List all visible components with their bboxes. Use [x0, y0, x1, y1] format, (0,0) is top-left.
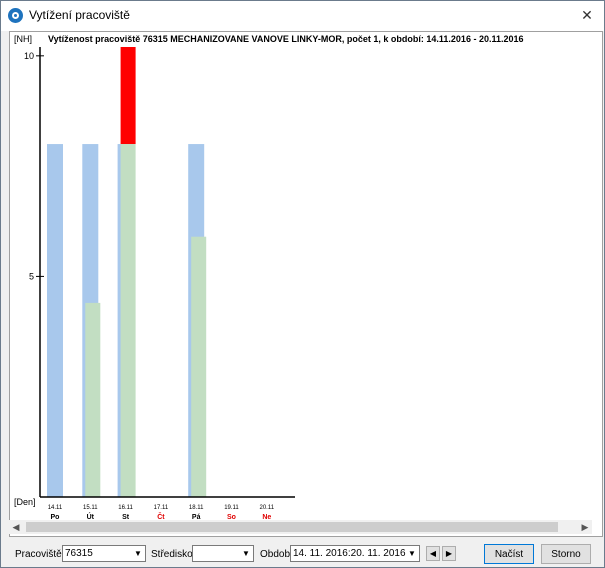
x-tick-label-date: 14.11 — [48, 505, 63, 511]
x-tick-label-date: 17.11 — [154, 505, 169, 511]
x-tick-label-date: 18.11 — [189, 505, 204, 511]
cancel-button[interactable]: Storno — [541, 544, 591, 564]
pracoviste-label: Pracoviště: — [15, 549, 65, 560]
bar-chart: 51014.11Po15.11Út16.11St17.11Čt18.11Pá19… — [24, 47, 295, 521]
bar-planned[interactable] — [47, 144, 63, 497]
obdobi-value: 14. 11. 2016:20. 11. 2016 — [293, 548, 406, 559]
window-title: Vytížení pracoviště — [29, 8, 130, 22]
scroll-left-icon[interactable]: ◀ — [9, 520, 23, 534]
x-tick-label-date: 19.11 — [224, 505, 239, 511]
scroll-thumb[interactable] — [26, 522, 558, 532]
dialog-window: Vytížení pracoviště ✕ [NH] Vytíženost pr… — [0, 0, 605, 568]
x-tick-label-date: 15.11 — [83, 505, 98, 511]
caret-left-icon: ◀ — [429, 549, 437, 558]
chevron-down-icon[interactable]: ▼ — [131, 546, 145, 561]
stredisko-label: Středisko: — [151, 549, 196, 560]
chevron-down-icon[interactable]: ▼ — [239, 546, 253, 561]
app-icon — [8, 8, 23, 23]
close-button[interactable]: ✕ — [574, 3, 600, 27]
chevron-down-icon[interactable]: ▼ — [405, 546, 419, 561]
pracoviste-value: 76315 — [65, 548, 93, 559]
bar-actual[interactable] — [85, 302, 101, 497]
y-tick-label: 5 — [29, 271, 34, 281]
y-tick-label: 10 — [24, 51, 34, 61]
stredisko-select[interactable]: ▼ — [192, 545, 254, 562]
bottom-toolbar: Pracoviště: 76315 ▼ Středisko: ▼ Období:… — [1, 541, 604, 567]
x-tick-label-date: 16.11 — [118, 505, 133, 511]
chart-panel: [NH] Vytíženost pracoviště 76315 MECHANI… — [9, 31, 603, 537]
x-tick-label-date: 20.11 — [260, 505, 275, 511]
previous-period-button[interactable]: ◀ — [426, 546, 440, 561]
caret-right-icon: ▶ — [445, 549, 453, 558]
load-button[interactable]: Načíst — [484, 544, 534, 564]
bar-actual[interactable] — [120, 144, 136, 497]
next-period-button[interactable]: ▶ — [442, 546, 456, 561]
obdobi-select[interactable]: 14. 11. 2016:20. 11. 2016 ▼ — [290, 545, 420, 562]
title-bar[interactable]: Vytížení pracoviště ✕ — [1, 1, 604, 31]
bar-actual[interactable] — [191, 236, 207, 498]
bar-overload[interactable] — [120, 47, 136, 145]
scroll-right-icon[interactable]: ▶ — [578, 520, 592, 534]
pracoviste-select[interactable]: 76315 ▼ — [62, 545, 146, 562]
horizontal-scrollbar[interactable]: ◀ ▶ — [9, 520, 592, 534]
